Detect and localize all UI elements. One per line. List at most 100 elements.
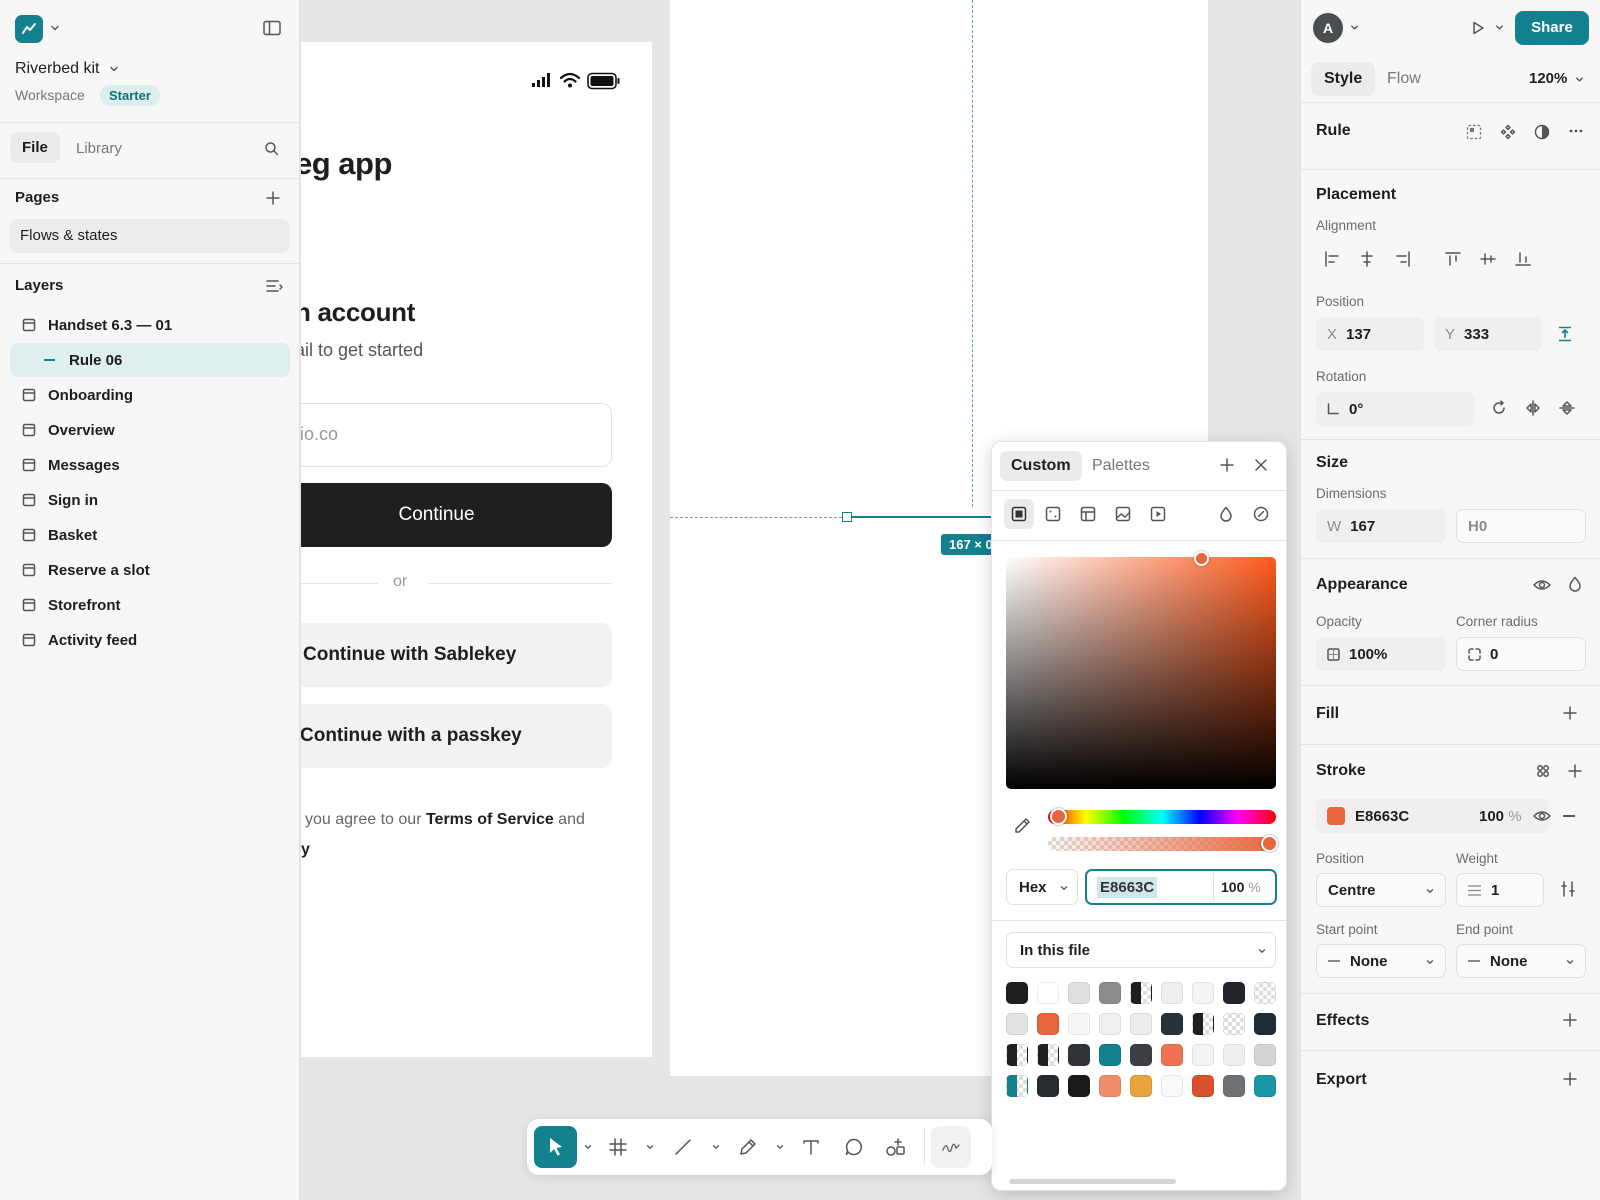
hex-input[interactable]: E8663C: [1097, 877, 1158, 898]
visibility-eye-icon[interactable]: [1533, 578, 1551, 592]
close-icon[interactable]: [1254, 458, 1268, 472]
stroke-color-swatch[interactable]: [1327, 807, 1345, 825]
add-page-plus-icon[interactable]: [266, 191, 280, 205]
color-swatch[interactable]: [1192, 1044, 1214, 1066]
color-swatch[interactable]: [1130, 982, 1152, 1004]
color-swatch[interactable]: [1161, 982, 1183, 1004]
color-swatch[interactable]: [1254, 1075, 1276, 1097]
color-swatch[interactable]: [1037, 1075, 1059, 1097]
color-swatch[interactable]: [1161, 1013, 1183, 1035]
move-chevron-down-icon[interactable]: [583, 1142, 593, 1152]
add-effect-plus-icon[interactable]: [1563, 1013, 1577, 1027]
comment-tool-icon[interactable]: [844, 1137, 864, 1157]
search-icon[interactable]: [264, 141, 279, 156]
zoom-level[interactable]: 120%: [1529, 70, 1585, 87]
rotation-field[interactable]: 0°: [1316, 392, 1474, 426]
alpha-input[interactable]: 100 %: [1221, 879, 1261, 895]
flip-horizontal-icon[interactable]: [1525, 400, 1541, 416]
layer-item-messages[interactable]: Messages: [10, 448, 290, 482]
height-field[interactable]: H 0: [1456, 509, 1586, 543]
color-swatch[interactable]: [1192, 1075, 1214, 1097]
color-swatch[interactable]: [1006, 1075, 1028, 1097]
horizontal-scrollbar[interactable]: [1009, 1179, 1176, 1184]
opacity-field[interactable]: 100%: [1316, 637, 1446, 671]
color-swatch[interactable]: [1192, 982, 1214, 1004]
stroke-opacity[interactable]: 100 %: [1479, 808, 1522, 825]
color-swatch[interactable]: [1130, 1075, 1152, 1097]
text-tool-icon[interactable]: [801, 1137, 821, 1157]
phone-frame[interactable]: eg app n account ail to get started io.c…: [301, 42, 652, 1057]
tab-custom[interactable]: Custom: [1000, 451, 1082, 481]
logo-chevron-down-icon[interactable]: [49, 22, 61, 34]
line-tool-icon[interactable]: [674, 1138, 692, 1156]
shape-chevron-down-icon[interactable]: [711, 1142, 721, 1152]
color-swatch[interactable]: [1037, 982, 1059, 1004]
stroke-styles-icon[interactable]: [1536, 764, 1550, 778]
continue-button[interactable]: Continue: [301, 483, 612, 547]
pen-chevron-down-icon[interactable]: [775, 1142, 785, 1152]
color-swatch[interactable]: [1223, 1075, 1245, 1097]
saturation-brightness-area[interactable]: [1006, 557, 1276, 789]
selection-handle[interactable]: [842, 512, 852, 522]
layer-item-onboarding[interactable]: Onboarding: [10, 378, 290, 412]
toggle-sidebar-icon[interactable]: [263, 20, 281, 36]
color-swatch[interactable]: [1192, 1013, 1214, 1035]
stroke-color-field[interactable]: E8663C 100 %: [1316, 799, 1551, 833]
blend-drop-icon[interactable]: [1568, 576, 1582, 592]
stroke-position-select[interactable]: Centre: [1316, 873, 1446, 907]
color-swatch[interactable]: [1037, 1044, 1059, 1066]
color-swatch[interactable]: [1130, 1044, 1152, 1066]
align-right-icon[interactable]: [1395, 251, 1411, 267]
tab-flow[interactable]: Flow: [1387, 70, 1421, 88]
layer-item-sign-in[interactable]: Sign in: [10, 483, 290, 517]
stroke-settings-sliders-icon[interactable]: [1560, 881, 1576, 897]
color-handle[interactable]: [1194, 551, 1209, 566]
rotate-icon[interactable]: [1491, 400, 1507, 416]
color-style-icon[interactable]: [1253, 506, 1269, 522]
color-swatch[interactable]: [1068, 1044, 1090, 1066]
blend-mode-drop-icon[interactable]: [1219, 506, 1233, 522]
selected-rule-line[interactable]: [847, 516, 997, 518]
video-fill-icon[interactable]: [1150, 506, 1166, 522]
add-export-plus-icon[interactable]: [1563, 1072, 1577, 1086]
color-swatch[interactable]: [1223, 1013, 1245, 1035]
color-swatch[interactable]: [1161, 1075, 1183, 1097]
frame-tool-hash-icon[interactable]: [609, 1138, 627, 1156]
hue-handle[interactable]: [1050, 808, 1067, 825]
remove-stroke-minus-icon[interactable]: [1563, 815, 1575, 817]
hex-input-group[interactable]: E8663C 100 %: [1085, 869, 1277, 905]
email-field[interactable]: io.co: [301, 403, 612, 467]
layer-item-activity-feed[interactable]: Activity feed: [10, 623, 290, 657]
flip-vertical-icon[interactable]: [1559, 400, 1575, 416]
layer-item-basket[interactable]: Basket: [10, 518, 290, 552]
align-top-icon[interactable]: [1445, 251, 1461, 267]
align-bottom-icon[interactable]: [1515, 251, 1531, 267]
layer-item-rule-06[interactable]: Rule 06: [10, 343, 290, 377]
x-position-field[interactable]: X 137: [1316, 317, 1424, 351]
move-tool-cursor-icon[interactable]: [534, 1126, 577, 1168]
layer-item-overview[interactable]: Overview: [10, 413, 290, 447]
color-swatch[interactable]: [1068, 982, 1090, 1004]
page-item-flows-states[interactable]: Flows & states: [10, 219, 290, 253]
color-swatch[interactable]: [1099, 1075, 1121, 1097]
avatar-chevron-down-icon[interactable]: [1349, 22, 1360, 33]
eyedropper-icon[interactable]: [1012, 816, 1032, 836]
color-swatch[interactable]: [1254, 1044, 1276, 1066]
align-left-icon[interactable]: [1324, 251, 1340, 267]
color-swatch[interactable]: [1006, 1013, 1028, 1035]
color-swatch[interactable]: [1006, 1044, 1028, 1066]
play-chevron-down-icon[interactable]: [1494, 22, 1505, 33]
color-format-select[interactable]: Hex: [1006, 869, 1078, 905]
add-plus-icon[interactable]: [1220, 458, 1234, 472]
stroke-visibility-eye-icon[interactable]: [1533, 809, 1551, 823]
color-swatch[interactable]: [1037, 1013, 1059, 1035]
solid-fill-icon[interactable]: [1004, 499, 1034, 529]
widgets-tool-icon[interactable]: [885, 1137, 907, 1157]
add-fill-plus-icon[interactable]: [1563, 706, 1577, 720]
layers-options-icon[interactable]: [266, 279, 284, 293]
start-point-select[interactable]: None: [1316, 944, 1446, 978]
alpha-slider[interactable]: [1048, 837, 1276, 851]
color-swatch[interactable]: [1068, 1075, 1090, 1097]
sablekey-button[interactable]: Continue with Sablekey: [301, 623, 612, 687]
distribute-icon[interactable]: [1558, 326, 1572, 342]
